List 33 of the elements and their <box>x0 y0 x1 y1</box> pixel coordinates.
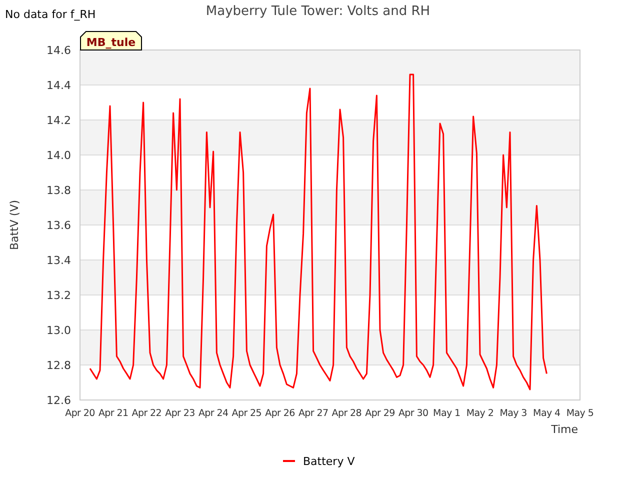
x-tick-label: Apr 21 <box>98 408 128 419</box>
x-tick-label: Apr 23 <box>165 408 195 419</box>
x-tick-label: May 2 <box>466 408 494 419</box>
legend-label: Battery V <box>303 455 355 468</box>
y-tick-label: 14.6 <box>46 44 71 57</box>
y-tick-label: 13.2 <box>46 289 71 302</box>
x-tick-label: May 4 <box>533 408 560 419</box>
y-tick-label: 13.6 <box>46 219 71 232</box>
note-text: No data for f_RH <box>5 8 96 21</box>
x-tick-label: Apr 28 <box>332 408 362 419</box>
x-tick-label: May 5 <box>566 408 594 419</box>
y-tick-label: 13.0 <box>46 324 71 337</box>
y-axis-label: BattV (V) <box>8 200 21 250</box>
chart-title: Mayberry Tule Tower: Volts and RH <box>206 4 430 19</box>
x-tick-label: Apr 26 <box>265 408 295 419</box>
x-tick-label: Apr 25 <box>232 408 262 419</box>
x-tick-label: Apr 29 <box>365 408 395 419</box>
x-tick-label: Apr 22 <box>132 408 162 419</box>
x-tick-label: Apr 30 <box>398 408 428 419</box>
y-tick-label: 13.4 <box>46 254 71 267</box>
x-tick-label: Apr 20 <box>65 408 95 419</box>
x-tick-label: Apr 27 <box>298 408 328 419</box>
y-tick-label: 14.2 <box>46 114 71 127</box>
y-tick-label: 12.8 <box>46 359 71 372</box>
x-axis-label: Time <box>551 423 578 436</box>
y-tick-label: 12.6 <box>46 394 71 407</box>
x-tick-label: May 3 <box>500 408 527 419</box>
y-tick-label: 13.8 <box>46 184 71 197</box>
y-tick-label: 14.0 <box>46 149 71 162</box>
x-tick-label: May 1 <box>433 408 460 419</box>
y-tick-label: 14.4 <box>46 79 71 92</box>
site-tag: MB_tule <box>80 31 142 50</box>
x-tick-label: Apr 24 <box>198 408 228 419</box>
